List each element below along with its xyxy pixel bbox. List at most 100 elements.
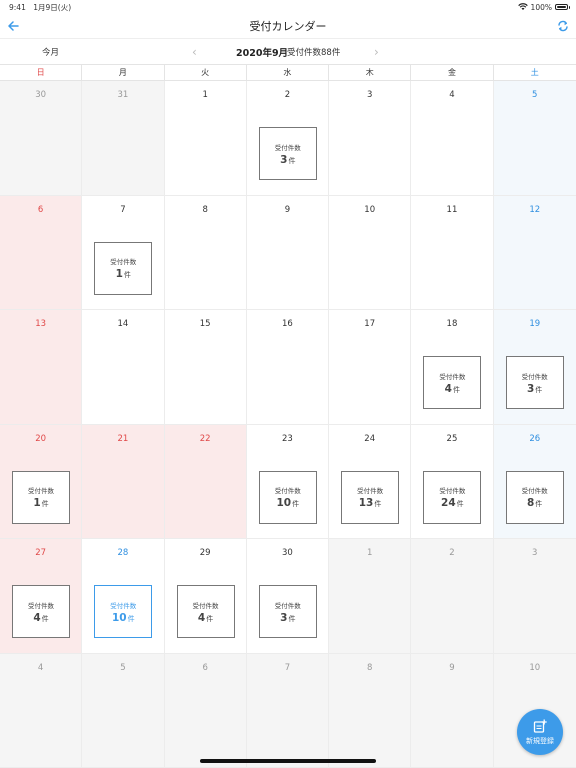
- weekday-sun: 日: [0, 65, 83, 80]
- calendar-day-cell[interactable]: 24 受付件数 13件: [329, 424, 412, 539]
- reception-count-number: 4: [33, 611, 41, 624]
- back-button[interactable]: [6, 18, 20, 34]
- reception-count-unit: 件: [41, 614, 49, 623]
- calendar-day-cell[interactable]: 2 受付件数 3件: [246, 81, 330, 196]
- chevron-right-icon[interactable]: ›: [374, 45, 379, 59]
- this-month-button[interactable]: 今月: [42, 46, 59, 58]
- calendar-day-cell[interactable]: 9: [246, 195, 330, 310]
- reception-count-number: 1: [33, 497, 41, 509]
- calendar-day-cell[interactable]: 7 受付件数 1件: [82, 195, 165, 310]
- reception-count-box[interactable]: 受付件数 1件: [94, 241, 153, 295]
- day-number: 4: [449, 90, 455, 100]
- weekday-thu: 木: [329, 65, 412, 80]
- day-number: 19: [529, 319, 541, 329]
- calendar-day-cell[interactable]: 18 受付件数 4件: [411, 310, 494, 425]
- add-document-icon: [533, 719, 547, 733]
- calendar-day-cell[interactable]: 8: [164, 195, 247, 310]
- refresh-button[interactable]: [556, 18, 570, 34]
- day-number: 6: [37, 204, 44, 215]
- reception-count-number: 3: [280, 153, 288, 166]
- day-number: 7: [284, 662, 291, 673]
- calendar-day-cell[interactable]: 9: [411, 653, 494, 768]
- status-time: 9:41: [9, 2, 26, 12]
- calendar-day-cell[interactable]: 6: [0, 195, 83, 310]
- page-title: 受付カレンダー: [249, 20, 327, 33]
- calendar-day-cell[interactable]: 21: [82, 424, 165, 539]
- day-number: 23: [282, 433, 293, 444]
- day-number: 25: [446, 433, 458, 444]
- calendar-day-cell[interactable]: 30: [0, 81, 83, 196]
- reception-count-box[interactable]: 受付件数 10件: [258, 470, 317, 524]
- weekday-sat: 土: [530, 68, 539, 77]
- battery-icon: [555, 3, 570, 11]
- calendar-day-cell[interactable]: 17: [329, 310, 412, 425]
- day-number: 22: [199, 433, 211, 444]
- chevron-left-icon[interactable]: ‹: [192, 45, 197, 59]
- reception-count-box[interactable]: 受付件数 3件: [258, 585, 317, 638]
- calendar-day-cell[interactable]: 4: [0, 653, 83, 768]
- calendar-day-cell[interactable]: 10: [329, 195, 412, 310]
- calendar-day-cell[interactable]: 16: [246, 310, 330, 425]
- day-number: 7: [120, 204, 126, 215]
- day-number: 1: [202, 90, 208, 100]
- reception-count-unit: 件: [456, 500, 464, 508]
- calendar-day-cell[interactable]: 22: [164, 424, 247, 539]
- calendar-day-cell[interactable]: 27 受付件数 4件: [0, 539, 83, 654]
- calendar-day-cell[interactable]: 30 受付件数 3件: [246, 539, 330, 654]
- calendar-day-cell[interactable]: 5: [493, 81, 576, 196]
- reception-count-label: 受付件数: [439, 487, 466, 495]
- calendar-day-cell[interactable]: 13: [0, 310, 83, 425]
- reception-count-number: 1: [115, 268, 123, 280]
- calendar-day-cell[interactable]: 28 受付件数 10件: [82, 539, 165, 654]
- reception-count-box[interactable]: 受付件数 3件: [258, 127, 317, 180]
- calendar-day-cell[interactable]: 20 受付件数 1件: [0, 424, 83, 539]
- calendar-day-cell[interactable]: 25 受付件数 24件: [411, 424, 494, 539]
- calendar-day-cell[interactable]: 5: [82, 653, 165, 768]
- reception-count-box[interactable]: 受付件数 4件: [12, 585, 70, 638]
- calendar-day-cell[interactable]: 26 受付件数 8件: [493, 424, 576, 539]
- reception-count-box[interactable]: 受付件数 1件: [12, 470, 70, 524]
- day-number: 24: [364, 433, 376, 444]
- reception-count-label: 受付件数: [28, 487, 54, 495]
- calendar-day-cell[interactable]: 8: [329, 653, 412, 768]
- reception-count-label: 受付件数: [521, 487, 548, 495]
- new-registration-label: 新規登録: [526, 736, 554, 745]
- weekday-tue: 火: [165, 65, 247, 80]
- day-number: 30: [35, 90, 47, 100]
- calendar-day-cell[interactable]: 29 受付件数 4件: [164, 539, 247, 654]
- day-number: 16: [282, 319, 293, 329]
- reception-count-value: 4件: [198, 612, 213, 624]
- calendar-day-cell[interactable]: 19 受付件数 3件: [493, 310, 576, 425]
- calendar-day-cell[interactable]: 3: [329, 81, 412, 196]
- calendar-day-cell[interactable]: 23 受付件数 10件: [246, 424, 330, 539]
- reception-count-box[interactable]: 受付件数 10件: [94, 585, 153, 638]
- reception-count-box[interactable]: 受付件数 8件: [505, 470, 564, 524]
- calendar-day-cell[interactable]: 6: [164, 653, 247, 768]
- calendar-day-cell[interactable]: 1: [329, 539, 412, 654]
- calendar-day-cell[interactable]: 14: [82, 310, 165, 425]
- reception-count-number: 13: [358, 497, 374, 509]
- weekday-fri: 金: [411, 65, 494, 80]
- reception-count-box[interactable]: 受付件数 3件: [505, 356, 564, 409]
- calendar-day-cell[interactable]: 1: [164, 81, 247, 196]
- calendar-day-cell[interactable]: 2: [411, 539, 494, 654]
- calendar-day-cell[interactable]: 31: [82, 81, 165, 196]
- calendar-day-cell[interactable]: 15: [164, 310, 247, 425]
- reception-count-box[interactable]: 受付件数 13件: [341, 470, 400, 524]
- reception-count-unit: 件: [535, 500, 543, 508]
- reception-count-box[interactable]: 受付件数 4件: [176, 585, 235, 638]
- calendar-day-cell[interactable]: 4: [411, 81, 494, 196]
- calendar-day-cell[interactable]: 7: [246, 653, 330, 768]
- calendar-day-cell[interactable]: 12: [493, 195, 576, 310]
- calendar-day-cell[interactable]: 11: [411, 195, 494, 310]
- reception-count-value: 3件: [280, 154, 295, 166]
- reception-count-box[interactable]: 受付件数 4件: [423, 356, 482, 409]
- reception-count-number: 4: [197, 611, 206, 624]
- reception-count-unit: 件: [127, 614, 135, 623]
- reception-count-box[interactable]: 受付件数 24件: [423, 470, 482, 524]
- reception-count-value: 10件: [276, 497, 299, 509]
- new-registration-button[interactable]: 新規登録: [517, 709, 563, 755]
- calendar-day-cell[interactable]: 3: [493, 539, 576, 654]
- reception-count-label: 受付件数: [110, 601, 137, 610]
- day-number: 28: [117, 548, 129, 558]
